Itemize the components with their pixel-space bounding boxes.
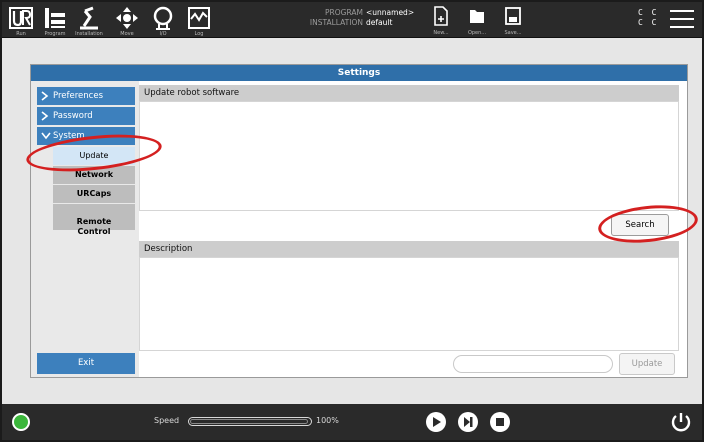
sidebar-item-password[interactable]: Password [37,107,135,125]
settings-panel: Settings Preferences Password System Upd… [30,64,688,378]
cc-line-1: C C [638,8,659,17]
speed-value: 100% [316,416,339,425]
io-icon [153,6,173,30]
log-tab[interactable]: Log [184,2,214,38]
update-button[interactable]: Update [619,353,675,375]
sidebar-subitem-label: URCaps [76,189,112,198]
installation-name: default [366,18,393,27]
speed-label: Speed [154,416,180,425]
new-button[interactable]: New... [428,4,454,38]
save-button-label: Save... [504,30,522,36]
app-window: Run Program Installation Move I/O Log PR… [0,0,704,442]
installation-key: INSTALLATION [309,18,363,27]
sidebar-subitem-remote-control[interactable]: Remote Control [53,204,135,236]
sidebar-subitem-label: Remote Control [76,217,112,236]
installation-tab[interactable]: Installation [74,2,104,38]
update-list [139,101,679,211]
settings-title: Settings [31,65,687,81]
sidebar-item-label: Preferences [53,91,103,101]
chevron-right-icon [41,91,49,101]
step-button[interactable] [458,412,478,432]
move-tab[interactable]: Move [112,2,142,38]
cc-line-2: C C [638,18,659,27]
program-key: PROGRAM [325,8,363,17]
log-tab-label: Log [194,31,204,37]
ur-logo-icon [9,7,33,29]
save-button[interactable]: Save... [500,4,526,38]
update-path-field[interactable] [453,355,613,373]
description-body [139,257,679,351]
chevron-right-icon [41,111,49,121]
program-name: <unnamed> [366,8,415,17]
installation-tab-label: Installation [75,31,103,37]
hamburger-menu-icon[interactable] [670,10,694,30]
folder-icon [470,10,484,23]
robot-status-icon[interactable] [12,413,30,431]
save-icon [505,7,521,25]
update-section-header: Update robot software [139,85,679,101]
log-icon [188,7,210,29]
stop-icon [496,418,504,426]
program-tab[interactable]: Program [40,2,70,38]
play-button[interactable] [426,412,446,432]
description-section-header: Description [139,241,679,257]
io-tab[interactable]: I/O [148,2,178,38]
chevron-down-icon [41,132,51,140]
program-info: PROGRAM <unnamed> INSTALLATION default [302,8,426,28]
play-icon [433,417,441,427]
move-icon [116,7,138,29]
program-icon [45,8,65,28]
cc-indicator: C C C C [638,8,662,28]
installation-icon [80,6,98,30]
settings-sidebar: Preferences Password System Update Netwo… [31,81,139,377]
speed-slider[interactable] [188,417,312,426]
top-toolbar: Run Program Installation Move I/O Log PR… [2,2,702,38]
power-icon[interactable] [670,411,692,433]
sidebar-subitem-urcaps[interactable]: URCaps [53,185,135,203]
sidebar-subitem-label: Network [74,170,114,179]
step-icon [464,417,473,427]
new-button-label: New... [433,30,449,36]
open-button[interactable]: Open... [464,4,490,38]
new-file-icon [434,6,448,26]
sidebar-item-preferences[interactable]: Preferences [37,87,135,105]
speed-slider-fill [190,419,308,424]
bottom-status-bar: Speed 100% [2,404,702,440]
open-button-label: Open... [467,30,487,36]
stop-button[interactable] [490,412,510,432]
sidebar-item-label: Password [53,111,93,121]
exit-button[interactable]: Exit [37,353,135,374]
run-tab[interactable]: Run [6,2,36,38]
